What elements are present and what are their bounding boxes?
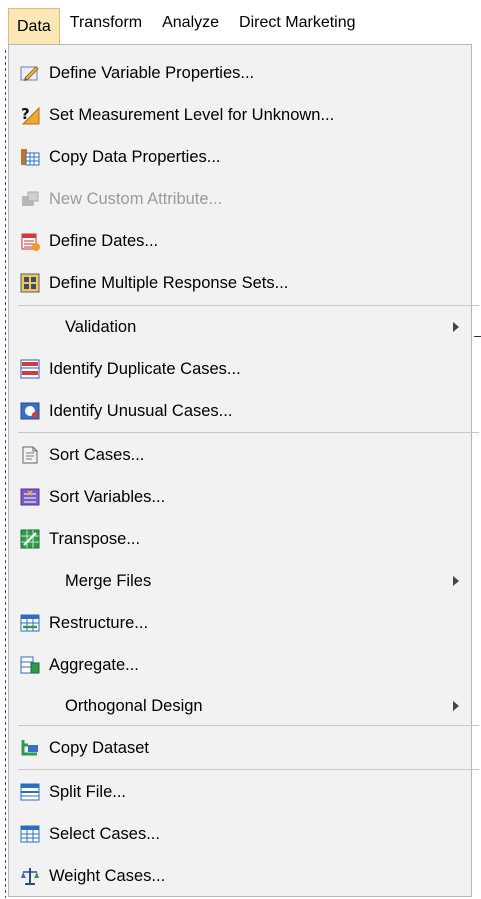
- menu-item-label: Orthogonal Design: [65, 696, 203, 715]
- menu-separator: [18, 769, 479, 770]
- calendar-icon: [19, 230, 41, 252]
- menu-item-select-cases[interactable]: Select Cases...: [19, 816, 459, 852]
- menu-item-label: Weight Cases...: [49, 866, 166, 885]
- menu-item-sort-variables[interactable]: Sort Variables...: [19, 479, 459, 515]
- menu-item-label: Define Variable Properties...: [49, 63, 255, 82]
- menu-item-label: New Custom Attribute...: [49, 189, 223, 208]
- copy-dataset-icon: [19, 737, 41, 759]
- menu-item-label: Copy Data Properties...: [49, 147, 221, 166]
- menu-item-define-variable-properties[interactable]: Define Variable Properties...: [19, 55, 459, 91]
- menu-item-label: Select Cases...: [49, 824, 160, 843]
- menu-item-define-multiple-response-sets[interactable]: Define Multiple Response Sets...: [19, 265, 459, 301]
- menu-transform[interactable]: Transform: [60, 5, 152, 41]
- menu-separator: [18, 725, 479, 726]
- menu-item-label: Define Multiple Response Sets...: [49, 273, 289, 292]
- menu-item-aggregate[interactable]: Aggregate...: [19, 647, 459, 683]
- menu-direct-marketing[interactable]: Direct Marketing: [229, 5, 365, 41]
- custom-attribute-icon: [19, 188, 41, 210]
- menu-data-label: Data: [17, 18, 51, 35]
- scale-icon: [19, 865, 41, 887]
- divider-tick: [474, 336, 481, 337]
- menu-item-label: Copy Dataset: [49, 738, 149, 757]
- unusual-cases-icon: [19, 400, 41, 422]
- split-file-icon: [19, 781, 41, 803]
- submenu-arrow-icon: [453, 576, 459, 586]
- response-sets-icon: [19, 272, 41, 294]
- duplicate-cases-icon: [19, 358, 41, 380]
- focus-dotted-line: [5, 50, 6, 898]
- menu-analyze[interactable]: Analyze: [152, 5, 229, 41]
- menu-separator: [18, 305, 479, 306]
- svg-text:?: ?: [21, 105, 30, 123]
- menu-item-label: Aggregate...: [49, 655, 139, 674]
- menu-item-label: Validation: [65, 317, 137, 336]
- menu-item-identify-unusual-cases[interactable]: Identify Unusual Cases...: [19, 393, 459, 429]
- sort-cases-icon: [19, 444, 41, 466]
- menu-item-label: Identify Unusual Cases...: [49, 401, 233, 420]
- menu-item-label: Set Measurement Level for Unknown...: [49, 105, 335, 124]
- menu-item-label: Sort Cases...: [49, 445, 145, 464]
- aggregate-icon: [19, 654, 41, 676]
- menu-analyze-label: Analyze: [162, 13, 220, 31]
- menu-item-label: Transpose...: [49, 529, 141, 548]
- transpose-icon: [19, 528, 41, 550]
- menu-item-label: Restructure...: [49, 613, 149, 632]
- menu-item-copy-dataset[interactable]: Copy Dataset: [19, 730, 459, 766]
- menu-item-label: Merge Files: [65, 571, 152, 590]
- sort-variables-icon: [19, 486, 41, 508]
- menu-item-restructure[interactable]: Restructure...: [19, 605, 459, 641]
- restructure-icon: [19, 612, 41, 634]
- menu-item-copy-data-properties[interactable]: Copy Data Properties...: [19, 139, 459, 175]
- menu-item-set-measurement-level[interactable]: ? Set Measurement Level for Unknown...: [19, 97, 459, 133]
- measurement-level-icon: ?: [19, 104, 41, 126]
- menu-item-validation[interactable]: Validation: [19, 309, 459, 345]
- select-cases-icon: [19, 823, 41, 845]
- menu-item-label: Define Dates...: [49, 231, 159, 250]
- menu-item-weight-cases[interactable]: Weight Cases...: [19, 858, 459, 894]
- menu-item-transpose[interactable]: Transpose...: [19, 521, 459, 557]
- define-variable-icon: [19, 62, 41, 84]
- menu-direct-marketing-label: Direct Marketing: [239, 13, 356, 31]
- menu-separator: [18, 432, 479, 433]
- menu-item-identify-duplicate-cases[interactable]: Identify Duplicate Cases...: [19, 351, 459, 387]
- menu-item-define-dates[interactable]: Define Dates...: [19, 223, 459, 259]
- menu-item-label: Sort Variables...: [49, 487, 166, 506]
- data-dropdown-menu: Define Variable Properties... ? Set Meas…: [8, 44, 479, 897]
- menu-bar: Data Transform Analyze Direct Marketing: [0, 0, 481, 46]
- menu-data[interactable]: Data: [8, 7, 60, 46]
- copy-properties-icon: [19, 146, 41, 168]
- menu-item-orthogonal-design[interactable]: Orthogonal Design: [19, 688, 459, 724]
- submenu-arrow-icon: [453, 701, 459, 711]
- menu-item-merge-files[interactable]: Merge Files: [19, 563, 459, 599]
- menu-item-split-file[interactable]: Split File...: [19, 774, 459, 810]
- menu-item-label: Identify Duplicate Cases...: [49, 359, 241, 378]
- menu-item-new-custom-attribute: New Custom Attribute...: [19, 181, 459, 217]
- menu-item-sort-cases[interactable]: Sort Cases...: [19, 437, 459, 473]
- submenu-arrow-icon: [453, 322, 459, 332]
- menu-transform-label: Transform: [69, 13, 143, 31]
- menu-item-label: Split File...: [49, 782, 127, 801]
